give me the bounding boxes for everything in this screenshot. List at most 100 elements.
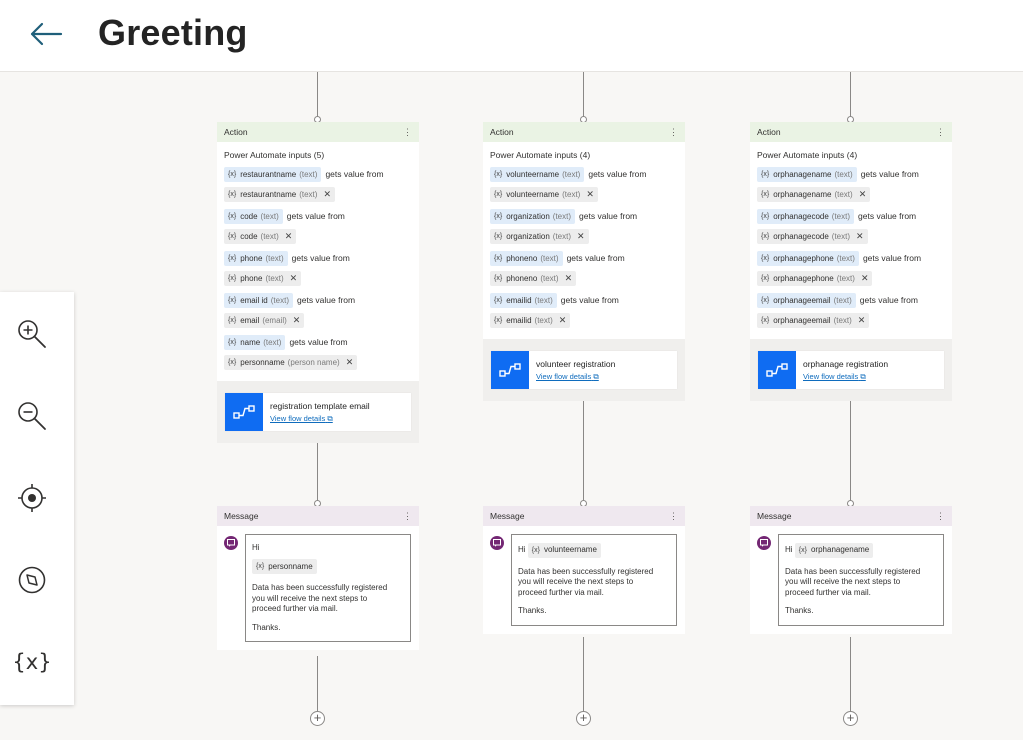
source-variable-chip[interactable]: {x} emailid (text) ✕ <box>490 313 571 328</box>
message-line: proceed further via mail. <box>252 604 338 614</box>
connector-line <box>583 72 584 118</box>
chat-message-icon <box>757 536 771 550</box>
action-node-header: Action ⋮ <box>750 122 952 142</box>
view-flow-details-link[interactable]: View flow details ⧉ <box>803 372 866 382</box>
remove-icon[interactable]: ✕ <box>346 357 354 368</box>
input-param-chip[interactable]: {x} phoneno (text) <box>490 250 563 266</box>
view-flow-details-link[interactable]: View flow details ⧉ <box>270 414 333 424</box>
zoom-in-button[interactable] <box>14 316 50 352</box>
source-variable-chip[interactable]: {x} personname (person name) ✕ <box>224 355 358 370</box>
more-options-icon[interactable]: ⋮ <box>669 127 678 138</box>
message-variable-chip[interactable]: {x} personname <box>252 559 317 575</box>
source-variable-chip[interactable]: {x} restaurantname (text) ✕ <box>224 187 335 202</box>
message-thanks: Thanks. <box>252 622 281 632</box>
input-param-chip[interactable]: {x} email id (text) <box>224 292 293 308</box>
minimap-button[interactable] <box>14 562 50 598</box>
input-mapping: {x} phoneno (text) gets value from {x} phone… <box>483 248 685 289</box>
more-options-icon[interactable]: ⋮ <box>936 511 945 522</box>
remove-icon[interactable]: ✕ <box>559 315 567 326</box>
variables-button[interactable]: {x} <box>12 644 51 680</box>
remove-icon[interactable]: ✕ <box>577 231 585 242</box>
message-text-box[interactable]: Hi {x} volunteername Data has been succes… <box>511 534 677 626</box>
more-options-icon[interactable]: ⋮ <box>936 127 945 138</box>
compass-icon <box>18 566 46 594</box>
source-variable-chip[interactable]: {x} orphanagephone (text) ✕ <box>757 271 873 286</box>
message-greeting: Hi <box>252 543 260 552</box>
input-param-chip[interactable]: {x} orphanagephone (text) <box>757 250 859 266</box>
source-variable-chip[interactable]: {x} email (email) ✕ <box>224 313 305 328</box>
node-type-label: Message <box>490 511 525 521</box>
message-variable-chip[interactable]: {x} orphanagename <box>794 543 874 558</box>
message-node[interactable]: Message ⋮ Hi {x} orphanagename Data has b… <box>750 506 952 634</box>
input-param-chip[interactable]: {x} orphanageemail (text) <box>757 292 856 308</box>
remove-icon[interactable]: ✕ <box>861 273 869 284</box>
remove-icon[interactable]: ✕ <box>293 315 301 326</box>
remove-icon[interactable]: ✕ <box>290 273 298 284</box>
flow-card[interactable]: volunteer registration View flow details… <box>491 351 677 389</box>
open-external-icon: ⧉ <box>327 413 333 423</box>
remove-icon[interactable]: ✕ <box>285 231 293 242</box>
inputs-title: Power Automate inputs (4) <box>490 150 591 160</box>
more-options-icon[interactable]: ⋮ <box>403 511 412 522</box>
input-mapping: {x} orphanagename (text) gets value from {x… <box>750 164 952 205</box>
recenter-button[interactable] <box>14 480 50 516</box>
remove-icon[interactable]: ✕ <box>586 189 594 200</box>
back-button[interactable] <box>24 14 68 54</box>
action-node[interactable]: Action ⋮ Power Automate inputs (4) {x} or… <box>750 122 952 401</box>
add-node-button[interactable]: + <box>843 711 858 726</box>
input-mapping: {x} code (text) gets value from {x} code (tex… <box>217 206 419 247</box>
remove-icon[interactable]: ✕ <box>858 315 866 326</box>
source-variable-chip[interactable]: {x} orphanageemail (text) ✕ <box>757 313 870 328</box>
node-type-label: Action <box>490 127 514 137</box>
flow-card[interactable]: orphanage registration View flow details… <box>758 351 944 389</box>
action-node[interactable]: Action ⋮ Power Automate inputs (5) {x} re… <box>217 122 419 443</box>
message-node[interactable]: Message ⋮ Hi {x} volunteername Data has b… <box>483 506 685 634</box>
message-text-box[interactable]: Hi {x} personname Data has been successfu… <box>245 534 411 642</box>
message-line: proceed further via mail. <box>518 587 604 597</box>
source-variable-chip[interactable]: {x} phoneno (text) ✕ <box>490 271 577 286</box>
connector-line <box>850 637 851 712</box>
message-thanks: Thanks. <box>785 606 814 616</box>
message-variable-chip[interactable]: {x} volunteername <box>527 543 601 558</box>
input-mapping: {x} emailid (text) gets value from {x} email… <box>483 290 685 331</box>
add-node-button[interactable]: + <box>310 711 325 726</box>
node-type-label: Message <box>224 511 259 521</box>
action-node-header: Action ⋮ <box>483 122 685 142</box>
input-param-chip[interactable]: {x} phone (text) <box>224 250 288 266</box>
source-variable-chip[interactable]: {x} orphanagename (text) ✕ <box>757 187 871 202</box>
input-param-chip[interactable]: {x} orphanagename (text) <box>757 166 857 182</box>
remove-icon[interactable]: ✕ <box>856 231 864 242</box>
input-param-chip[interactable]: {x} orphanagecode (text) <box>757 208 855 224</box>
view-flow-details-link[interactable]: View flow details ⧉ <box>536 372 599 382</box>
input-param-chip[interactable]: {x} name (text) <box>224 334 286 350</box>
input-param-chip[interactable]: {x} emailid (text) <box>490 292 557 308</box>
message-line: you will receive the next steps to <box>518 577 634 587</box>
action-node[interactable]: Action ⋮ Power Automate inputs (4) {x} vo… <box>483 122 685 401</box>
flow-section: orphanage registration View flow details… <box>750 339 952 401</box>
input-param-chip[interactable]: {x} volunteername (text) <box>490 166 585 182</box>
input-param-chip[interactable]: {x} organization (text) <box>490 208 576 224</box>
zoom-in-icon <box>18 320 46 348</box>
chat-message-icon <box>490 536 504 550</box>
message-node-header: Message ⋮ <box>750 506 952 526</box>
zoom-out-button[interactable] <box>14 398 50 434</box>
source-variable-chip[interactable]: {x} orphanagecode (text) ✕ <box>757 229 868 244</box>
flow-name: orphanage registration <box>803 358 889 369</box>
input-param-chip[interactable]: {x} code (text) <box>224 208 283 224</box>
flow-canvas[interactable]: + + + {x} Action ⋮ Power Automate inputs… <box>0 72 1023 740</box>
more-options-icon[interactable]: ⋮ <box>403 127 412 138</box>
message-node[interactable]: Message ⋮ Hi {x} personname Data has been… <box>217 506 419 650</box>
remove-icon[interactable]: ✕ <box>565 273 573 284</box>
source-variable-chip[interactable]: {x} code (text) ✕ <box>224 229 297 244</box>
source-variable-chip[interactable]: {x} volunteername (text) ✕ <box>490 187 598 202</box>
add-node-button[interactable]: + <box>576 711 591 726</box>
source-variable-chip[interactable]: {x} phone (text) ✕ <box>224 271 302 286</box>
input-mapping: {x} volunteername (text) gets value from {x… <box>483 164 685 205</box>
message-text-box[interactable]: Hi {x} orphanagename Data has been succes… <box>778 534 944 626</box>
source-variable-chip[interactable]: {x} organization (text) ✕ <box>490 229 589 244</box>
input-param-chip[interactable]: {x} restaurantname (text) <box>224 166 322 182</box>
remove-icon[interactable]: ✕ <box>323 189 331 200</box>
more-options-icon[interactable]: ⋮ <box>669 511 678 522</box>
remove-icon[interactable]: ✕ <box>859 189 867 200</box>
flow-card[interactable]: registration template email View flow de… <box>225 393 411 431</box>
